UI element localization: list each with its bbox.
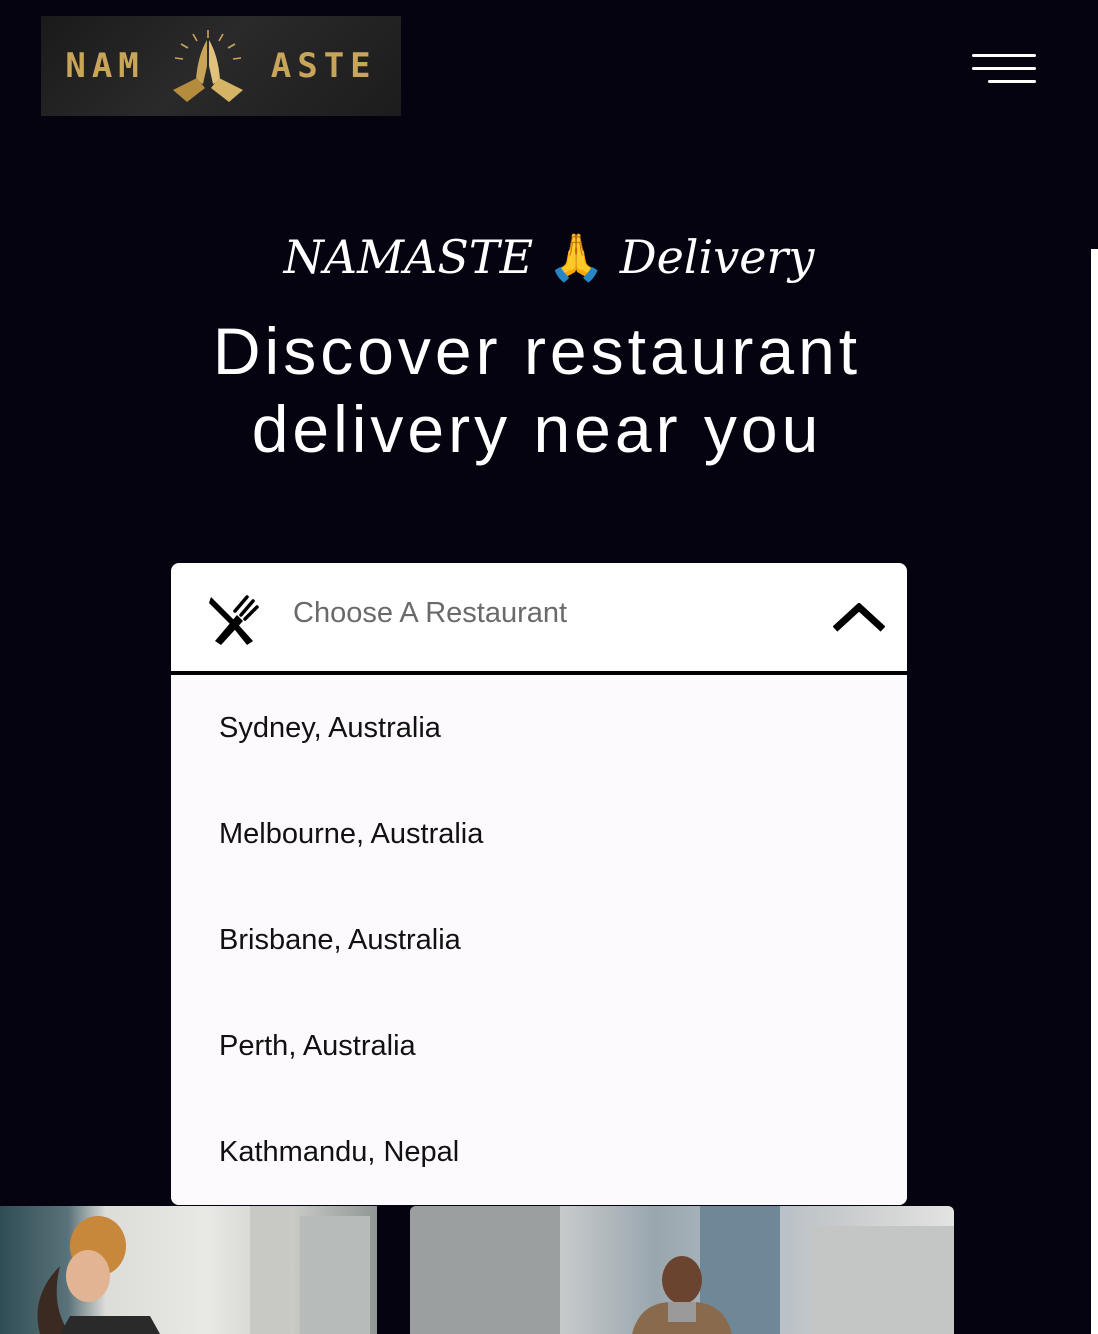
hamburger-menu-icon[interactable]	[968, 50, 1040, 90]
restaurant-option-kathmandu[interactable]: Kathmandu, Nepal	[171, 1099, 907, 1205]
woman-figure-image	[37, 1206, 370, 1334]
restaurant-option-brisbane[interactable]: Brisbane, Australia	[171, 887, 907, 993]
fork-knife-icon	[209, 595, 259, 645]
namaste-logo[interactable]: NAM ASTE	[41, 16, 401, 116]
restaurant-option-perth[interactable]: Perth, Australia	[171, 993, 907, 1099]
hero-title-line2: delivery near you	[251, 392, 823, 466]
brand-name: NAMASTE	[283, 230, 534, 284]
photo-man-city	[410, 1206, 954, 1334]
photo-woman-city	[0, 1206, 377, 1334]
page-scrollbar[interactable]	[1091, 249, 1098, 1334]
restaurant-option-sydney[interactable]: Sydney, Australia	[171, 675, 907, 781]
restaurant-dropdown[interactable]: Choose A Restaurant Sydney, Australia Me…	[171, 563, 907, 1205]
praying-hands-icon	[172, 30, 243, 102]
restaurant-option-melbourne[interactable]: Melbourne, Australia	[171, 781, 907, 887]
logo-text-left: NAM	[65, 46, 145, 86]
praying-hands-emoji: 🙏	[547, 230, 606, 284]
restaurant-options-list: Sydney, Australia Melbourne, Australia B…	[171, 675, 907, 1205]
brand-heading: NAMASTE 🙏 Delivery	[0, 230, 1098, 285]
menu-line	[988, 80, 1036, 83]
brand-suffix: Delivery	[619, 230, 815, 284]
restaurant-select-toggle[interactable]: Choose A Restaurant	[171, 563, 907, 675]
menu-line	[972, 54, 1036, 57]
menu-line	[972, 67, 1036, 70]
man-figure-image	[410, 1206, 954, 1334]
restaurant-select-placeholder: Choose A Restaurant	[293, 597, 568, 629]
logo-text-right: ASTE	[270, 46, 377, 86]
hero-title-line1: Discover restaurant	[212, 314, 862, 388]
chevron-up-icon[interactable]	[833, 603, 885, 633]
hero-title: Discover restaurant delivery near you	[0, 312, 1074, 468]
